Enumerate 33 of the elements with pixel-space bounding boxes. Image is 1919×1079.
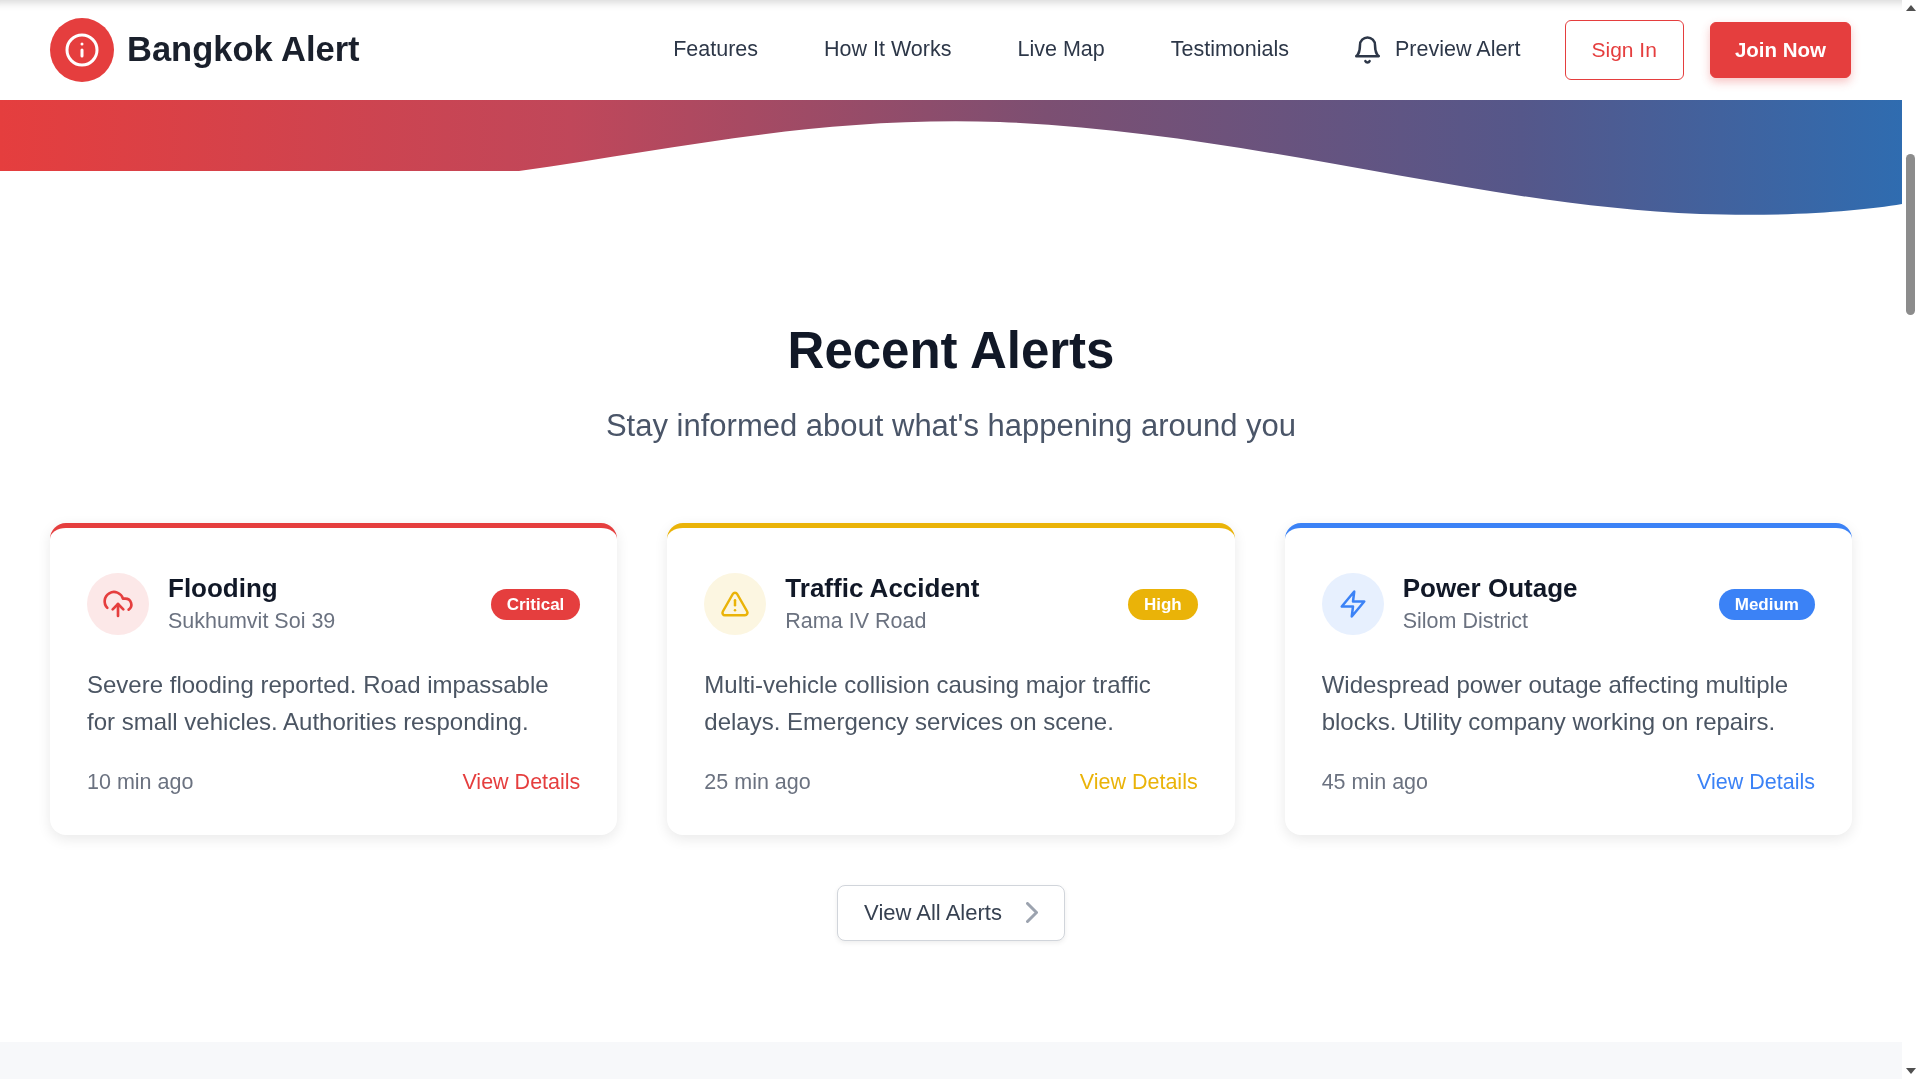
severity-badge: Medium (1718, 588, 1815, 620)
alert-description: Severe flooding reported. Road impassable for small vehicles. Authorities responding. (87, 670, 550, 737)
scroll-up-icon[interactable] (1905, 5, 1916, 11)
alert-location: Sukhumvit Soi 39 (168, 609, 336, 636)
alert-time: 45 min ago (1321, 768, 1429, 796)
view-details-link[interactable]: View Details (1697, 766, 1815, 797)
nav-link[interactable]: Features (673, 36, 759, 64)
alert-description: Multi-vehicle collision causing major traffic delays. Emergency services on scene. (704, 670, 1152, 737)
nav-link[interactable]: Testimonials (1170, 36, 1290, 64)
join-now-button[interactable]: Join Now (1709, 21, 1851, 79)
alert-time: 25 min ago (704, 768, 811, 796)
brand-name: Bangkok Alert (127, 29, 360, 71)
scrollbar-thumb[interactable] (1906, 154, 1915, 315)
bell-icon (1355, 36, 1381, 64)
view-all-alerts-button[interactable]: View All Alerts (837, 884, 1065, 942)
alert-location: Rama IV Road (785, 609, 928, 636)
nav-link[interactable]: How It Works (824, 36, 952, 64)
severity-badge: Critical (490, 588, 581, 620)
alert-title: Traffic Accident (785, 573, 980, 605)
alert-description: Widespread power outage affecting multiple blocks. Utility company working on repairs. (1321, 670, 1790, 737)
view-details-link[interactable]: View Details (462, 766, 581, 797)
sign-in-button[interactable]: Sign In (1564, 20, 1684, 80)
scroll-down-icon[interactable] (1905, 1068, 1916, 1074)
nav-link[interactable]: Live Map (1017, 36, 1105, 64)
alert-title: Flooding (168, 573, 279, 605)
severity-badge: High (1127, 588, 1198, 620)
chevron-right-icon (1025, 902, 1038, 924)
alert-time: 10 min ago (87, 768, 194, 796)
alert-title: Power Outage (1402, 573, 1578, 605)
preview-alert-link[interactable]: Preview Alert (1355, 36, 1521, 64)
section-subtitle: Stay informed about what's happening around you (604, 407, 1298, 445)
section-title: Recent Alerts (786, 323, 1116, 380)
alert-location: Silom District (1402, 609, 1530, 636)
